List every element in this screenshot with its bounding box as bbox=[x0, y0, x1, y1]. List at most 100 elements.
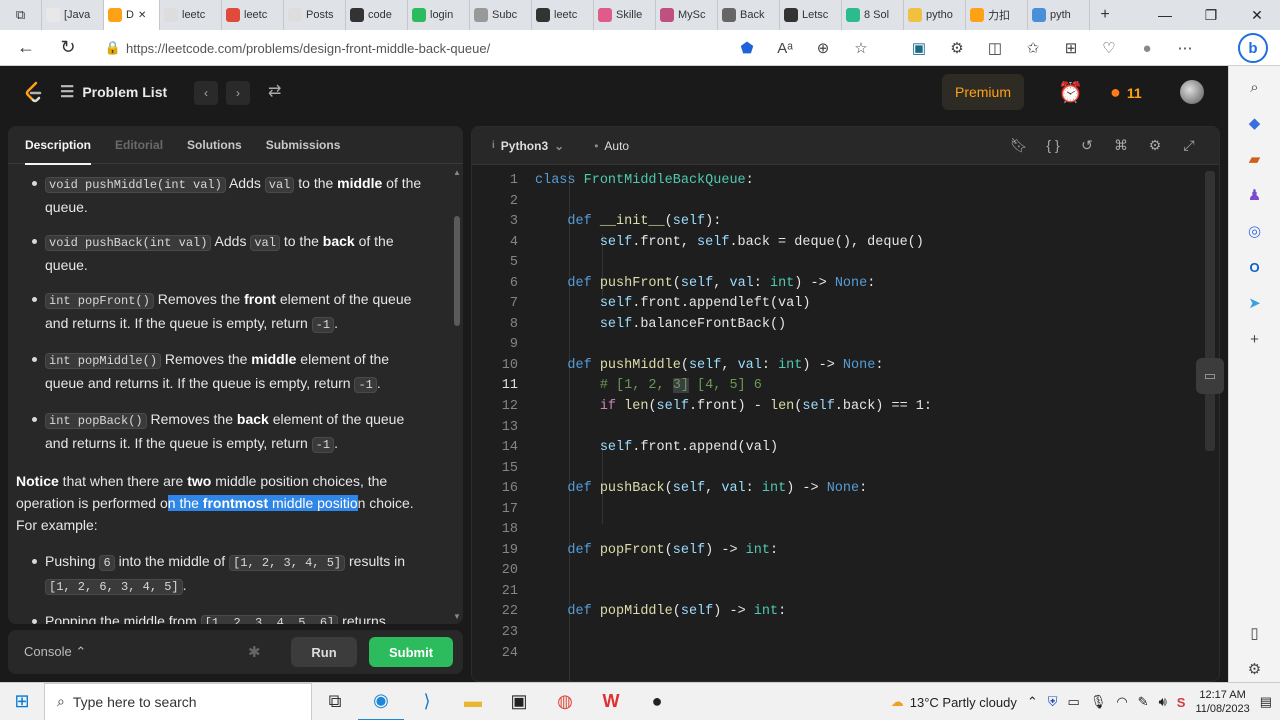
streak-counter[interactable]: ● 11 bbox=[1110, 82, 1142, 103]
browser-tab[interactable]: Back bbox=[718, 0, 780, 30]
leetcode-logo-icon[interactable] bbox=[22, 80, 46, 104]
back-icon[interactable]: ← bbox=[8, 30, 44, 66]
editor-scrollbar[interactable] bbox=[1205, 171, 1215, 451]
browser-tab[interactable]: [Java bbox=[42, 0, 104, 30]
close-icon[interactable]: ✕ bbox=[1234, 0, 1280, 30]
pen-icon[interactable]: ✎ bbox=[1138, 694, 1149, 710]
read-aloud-icon[interactable]: Aᵃ bbox=[768, 30, 802, 66]
bing-copilot-icon[interactable]: b bbox=[1238, 33, 1268, 63]
favorites-icon[interactable]: ✩ bbox=[1016, 30, 1050, 66]
restore-icon[interactable]: ❐ bbox=[1188, 0, 1234, 30]
browser-tab[interactable]: code bbox=[346, 0, 408, 30]
premium-button[interactable]: Premium bbox=[942, 74, 1024, 110]
format-braces-icon[interactable]: { } bbox=[1043, 135, 1063, 155]
language-select[interactable]: i Python3 ⌄ bbox=[492, 139, 564, 153]
browser-tab[interactable]: pyth bbox=[1028, 0, 1090, 30]
favorite-star-icon[interactable]: ☆ bbox=[844, 30, 878, 66]
search-icon[interactable]: ⌕ bbox=[1242, 74, 1268, 100]
shortcuts-icon[interactable]: ⌘ bbox=[1111, 135, 1131, 155]
more-menu-icon[interactable]: ⋯ bbox=[1168, 30, 1202, 66]
tab-actions-button[interactable]: ⧉ bbox=[0, 0, 42, 30]
windows-start-icon[interactable]: ⊞ bbox=[0, 683, 44, 720]
code-area[interactable]: 1 class FrontMiddleBackQueue: 2 3 def __i… bbox=[472, 171, 1207, 664]
user-avatar[interactable] bbox=[1180, 80, 1204, 104]
browser-tab[interactable]: 力扣 bbox=[966, 0, 1028, 30]
tab-submissions[interactable]: Submissions bbox=[266, 138, 341, 152]
browser-tab[interactable]: leetc bbox=[532, 0, 594, 30]
reset-icon[interactable]: ↺ bbox=[1077, 135, 1097, 155]
ime-icon[interactable]: S bbox=[1177, 695, 1186, 710]
console-toggle[interactable]: Console ⌃ bbox=[24, 644, 86, 660]
performance-icon[interactable]: ♡ bbox=[1092, 30, 1126, 66]
sidebar-layout-icon[interactable]: ▯ bbox=[1242, 620, 1268, 646]
taskbar-search[interactable]: ⌕ Type here to search bbox=[44, 682, 312, 720]
browser-tab[interactable]: Posts bbox=[284, 0, 346, 30]
browser-tab[interactable]: login bbox=[408, 0, 470, 30]
settings-gear-icon[interactable]: ⚙ bbox=[1145, 135, 1165, 155]
file-explorer-icon[interactable]: ▬ bbox=[450, 683, 496, 720]
task-view-icon[interactable]: ⧉ bbox=[312, 683, 358, 720]
notifications-icon[interactable]: ▤ bbox=[1260, 694, 1272, 710]
split-screen-icon[interactable]: ◫ bbox=[978, 30, 1012, 66]
fullscreen-icon[interactable]: ⤢ bbox=[1179, 135, 1199, 155]
microphone-icon[interactable]: 🎙︎ bbox=[1090, 694, 1107, 710]
browser-tab[interactable]: Subc bbox=[470, 0, 532, 30]
clock[interactable]: 12:17 AM 11/08/2023 bbox=[1195, 688, 1249, 716]
prev-problem-button[interactable]: ‹ bbox=[194, 81, 218, 105]
debug-icon[interactable]: ✱ bbox=[248, 643, 261, 661]
games-icon[interactable]: ♟ bbox=[1242, 182, 1268, 208]
extension-icon[interactable]: ▣ bbox=[902, 30, 936, 66]
microsoft365-icon[interactable]: ◎ bbox=[1242, 218, 1268, 244]
obs-app-icon[interactable]: ● bbox=[634, 683, 680, 720]
tab-close-icon[interactable]: ✕ bbox=[138, 10, 146, 21]
browser-tab[interactable]: pytho bbox=[904, 0, 966, 30]
extensions-puzzle-icon[interactable]: ⚙ bbox=[940, 30, 974, 66]
profile-avatar-icon[interactable]: ● bbox=[1130, 30, 1164, 66]
edge-app-icon[interactable]: ◉ bbox=[358, 683, 404, 720]
vscode-app-icon[interactable]: ⟩ bbox=[404, 683, 450, 720]
problem-list-button[interactable]: ☰ Problem List bbox=[60, 82, 167, 102]
outlook-icon[interactable]: O bbox=[1242, 254, 1268, 280]
shuffle-icon[interactable]: ⇄ bbox=[268, 81, 281, 101]
tab-description[interactable]: Description bbox=[25, 138, 92, 165]
collections-icon[interactable]: ⊞ bbox=[1054, 30, 1088, 66]
chrome-app-icon[interactable]: ◍ bbox=[542, 683, 588, 720]
auto-mode-toggle[interactable]: • Auto bbox=[594, 139, 629, 153]
battery-icon[interactable]: ▭ bbox=[1068, 694, 1080, 710]
send-icon[interactable]: ➤ bbox=[1242, 290, 1268, 316]
next-problem-button[interactable]: › bbox=[226, 81, 250, 105]
alarm-clock-icon[interactable]: ⏰ bbox=[1058, 80, 1083, 105]
minimize-icon[interactable]: — bbox=[1142, 0, 1188, 30]
refresh-icon[interactable]: ↻ bbox=[50, 30, 86, 66]
bookmark-icon[interactable]: 🔖︎ bbox=[1009, 135, 1029, 155]
wps-app-icon[interactable]: W bbox=[588, 683, 634, 720]
volume-icon[interactable]: 🔊︎ bbox=[1159, 694, 1167, 710]
security-icon[interactable]: ⛨ bbox=[1048, 694, 1058, 710]
show-hidden-icons[interactable]: ⌃ bbox=[1027, 694, 1038, 710]
submit-button[interactable]: Submit bbox=[369, 637, 453, 667]
tools-briefcase-icon[interactable]: ▰ bbox=[1242, 146, 1268, 172]
zoom-icon[interactable]: ⊕ bbox=[806, 30, 840, 66]
add-sidebar-icon[interactable]: + bbox=[1242, 326, 1268, 352]
browser-tab[interactable]: leetc bbox=[160, 0, 222, 30]
sidebar-settings-icon[interactable]: ⚙ bbox=[1242, 656, 1268, 682]
scrollbar-thumb[interactable] bbox=[454, 216, 460, 326]
browser-tab[interactable]: D ✕ bbox=[104, 0, 160, 30]
leetcode-navbar: ☰ Problem List ‹ › ⇄ Premium ⏰ ● 11 bbox=[0, 66, 1228, 118]
shopping-tag-icon[interactable]: ◆ bbox=[1242, 110, 1268, 136]
run-button[interactable]: Run bbox=[291, 637, 357, 667]
tab-solutions[interactable]: Solutions bbox=[187, 138, 242, 152]
browser-tab[interactable]: 8 Sol bbox=[842, 0, 904, 30]
security-shield-icon[interactable]: ⬟ bbox=[730, 30, 764, 66]
tab-editorial[interactable]: Editorial bbox=[115, 138, 163, 152]
description-scrollbar[interactable]: ▲ ▼ bbox=[452, 166, 462, 624]
browser-tab[interactable]: Skille bbox=[594, 0, 656, 30]
notes-icon[interactable]: ▭ bbox=[1196, 358, 1224, 394]
weather-widget[interactable]: ☁ 13°C Partly cloudy bbox=[891, 694, 1017, 710]
browser-tab[interactable]: Letsc bbox=[780, 0, 842, 30]
browser-tab[interactable]: leetc bbox=[222, 0, 284, 30]
wifi-icon[interactable]: ◠ bbox=[1116, 694, 1127, 710]
browser-tab[interactable]: MySc bbox=[656, 0, 718, 30]
terminal-app-icon[interactable]: ▣ bbox=[496, 683, 542, 720]
new-tab-button[interactable]: + bbox=[1090, 0, 1120, 30]
